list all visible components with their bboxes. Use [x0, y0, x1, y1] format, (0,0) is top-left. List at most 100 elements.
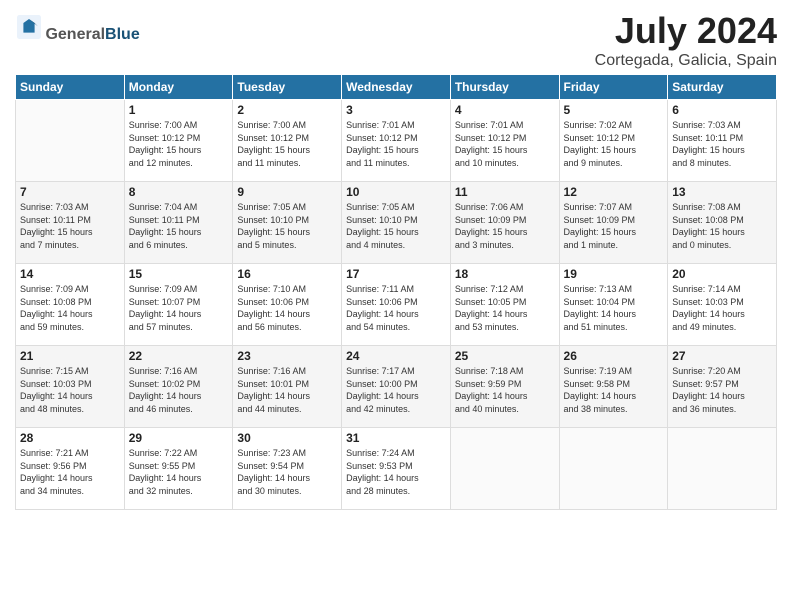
day-number: 8 [129, 185, 229, 199]
calendar-cell: 12 Sunrise: 7:07 AM Sunset: 10:09 PM Dayl… [559, 182, 668, 264]
calendar-cell: 14 Sunrise: 7:09 AM Sunset: 10:08 PM Dayl… [16, 264, 125, 346]
day-number: 21 [20, 349, 120, 363]
day-info: Sunrise: 7:08 AM Sunset: 10:08 PM Daylig… [672, 201, 772, 251]
day-number: 27 [672, 349, 772, 363]
calendar-cell: 13 Sunrise: 7:08 AM Sunset: 10:08 PM Dayl… [668, 182, 777, 264]
day-number: 22 [129, 349, 229, 363]
header-row: Sunday Monday Tuesday Wednesday Thursday… [16, 75, 777, 100]
day-number: 1 [129, 103, 229, 117]
calendar-week-5: 28 Sunrise: 7:21 AM Sunset: 9:56 PM Dayli… [16, 428, 777, 510]
day-info: Sunrise: 7:03 AM Sunset: 10:11 PM Daylig… [672, 119, 772, 169]
calendar-cell [668, 428, 777, 510]
calendar-cell: 25 Sunrise: 7:18 AM Sunset: 9:59 PM Dayli… [450, 346, 559, 428]
day-info: Sunrise: 7:06 AM Sunset: 10:09 PM Daylig… [455, 201, 555, 251]
calendar-cell: 23 Sunrise: 7:16 AM Sunset: 10:01 PM Dayl… [233, 346, 342, 428]
calendar-cell: 15 Sunrise: 7:09 AM Sunset: 10:07 PM Dayl… [124, 264, 233, 346]
day-number: 30 [237, 431, 337, 445]
day-info: Sunrise: 7:10 AM Sunset: 10:06 PM Daylig… [237, 283, 337, 333]
title-block: July 2024 Cortegada, Galicia, Spain [595, 10, 777, 70]
col-friday: Friday [559, 75, 668, 100]
calendar-cell: 29 Sunrise: 7:22 AM Sunset: 9:55 PM Dayli… [124, 428, 233, 510]
calendar-cell: 24Sunrise: 7:17 AM Sunset: 10:00 PM Dayl… [342, 346, 451, 428]
day-info: Sunrise: 7:09 AM Sunset: 10:08 PM Daylig… [20, 283, 120, 333]
day-info: Sunrise: 7:23 AM Sunset: 9:54 PM Dayligh… [237, 447, 337, 497]
day-info: Sunrise: 7:24 AM Sunset: 9:53 PM Dayligh… [346, 447, 446, 497]
day-number: 19 [564, 267, 664, 281]
day-number: 6 [672, 103, 772, 117]
day-info: Sunrise: 7:04 AM Sunset: 10:11 PM Daylig… [129, 201, 229, 251]
col-monday: Monday [124, 75, 233, 100]
calendar-week-1: 1 Sunrise: 7:00 AM Sunset: 10:12 PM Dayli… [16, 100, 777, 182]
calendar-cell [559, 428, 668, 510]
day-number: 9 [237, 185, 337, 199]
day-number: 18 [455, 267, 555, 281]
calendar-table: Sunday Monday Tuesday Wednesday Thursday… [15, 74, 777, 510]
location: Cortegada, Galicia, Spain [595, 52, 777, 70]
day-info: Sunrise: 7:16 AM Sunset: 10:02 PM Daylig… [129, 365, 229, 415]
day-info: Sunrise: 7:14 AM Sunset: 10:03 PM Daylig… [672, 283, 772, 333]
col-thursday: Thursday [450, 75, 559, 100]
day-info: Sunrise: 7:13 AM Sunset: 10:04 PM Daylig… [564, 283, 664, 333]
calendar-cell: 2Sunrise: 7:00 AM Sunset: 10:12 PM Dayli… [233, 100, 342, 182]
logo-general: General [45, 26, 105, 43]
day-info: Sunrise: 7:11 AM Sunset: 10:06 PM Daylig… [346, 283, 446, 333]
day-info: Sunrise: 7:05 AM Sunset: 10:10 PM Daylig… [346, 201, 446, 251]
day-number: 7 [20, 185, 120, 199]
calendar-cell: 8 Sunrise: 7:04 AM Sunset: 10:11 PM Dayli… [124, 182, 233, 264]
calendar-cell [450, 428, 559, 510]
day-info: Sunrise: 7:20 AM Sunset: 9:57 PM Dayligh… [672, 365, 772, 415]
day-number: 16 [237, 267, 337, 281]
calendar-cell: 30 Sunrise: 7:23 AM Sunset: 9:54 PM Dayli… [233, 428, 342, 510]
day-number: 17 [346, 267, 446, 281]
calendar-cell: 11Sunrise: 7:06 AM Sunset: 10:09 PM Dayl… [450, 182, 559, 264]
month-year: July 2024 [595, 10, 777, 52]
calendar-cell: 28 Sunrise: 7:21 AM Sunset: 9:56 PM Dayli… [16, 428, 125, 510]
calendar-cell: 22 Sunrise: 7:16 AM Sunset: 10:02 PM Dayl… [124, 346, 233, 428]
day-info: Sunrise: 7:19 AM Sunset: 9:58 PM Dayligh… [564, 365, 664, 415]
day-number: 15 [129, 267, 229, 281]
day-info: Sunrise: 7:09 AM Sunset: 10:07 PM Daylig… [129, 283, 229, 333]
logo-blue: Blue [105, 26, 140, 43]
calendar-cell: 4 Sunrise: 7:01 AM Sunset: 10:12 PM Dayli… [450, 100, 559, 182]
calendar-cell: 7 Sunrise: 7:03 AM Sunset: 10:11 PM Dayli… [16, 182, 125, 264]
day-info: Sunrise: 7:16 AM Sunset: 10:01 PM Daylig… [237, 365, 337, 415]
calendar-week-4: 21 Sunrise: 7:15 AM Sunset: 10:03 PM Dayl… [16, 346, 777, 428]
col-sunday: Sunday [16, 75, 125, 100]
day-number: 25 [455, 349, 555, 363]
day-info: Sunrise: 7:18 AM Sunset: 9:59 PM Dayligh… [455, 365, 555, 415]
calendar-cell: 6 Sunrise: 7:03 AM Sunset: 10:11 PM Dayli… [668, 100, 777, 182]
day-number: 13 [672, 185, 772, 199]
day-info: Sunrise: 7:01 AM Sunset: 10:12 PM Daylig… [455, 119, 555, 169]
calendar-cell: 21 Sunrise: 7:15 AM Sunset: 10:03 PM Dayl… [16, 346, 125, 428]
calendar-week-3: 14 Sunrise: 7:09 AM Sunset: 10:08 PM Dayl… [16, 264, 777, 346]
day-info: Sunrise: 7:12 AM Sunset: 10:05 PM Daylig… [455, 283, 555, 333]
calendar-cell: 31 Sunrise: 7:24 AM Sunset: 9:53 PM Dayli… [342, 428, 451, 510]
calendar-cell: 17 Sunrise: 7:11 AM Sunset: 10:06 PM Dayl… [342, 264, 451, 346]
day-number: 4 [455, 103, 555, 117]
day-number: 20 [672, 267, 772, 281]
day-info: Sunrise: 7:01 AM Sunset: 10:12 PM Daylig… [346, 119, 446, 169]
day-info: Sunrise: 7:17 AM Sunset: 10:00 PM Daylig… [346, 365, 446, 415]
day-info: Sunrise: 7:21 AM Sunset: 9:56 PM Dayligh… [20, 447, 120, 497]
col-tuesday: Tuesday [233, 75, 342, 100]
calendar-cell: 27 Sunrise: 7:20 AM Sunset: 9:57 PM Dayli… [668, 346, 777, 428]
day-info: Sunrise: 7:15 AM Sunset: 10:03 PM Daylig… [20, 365, 120, 415]
day-number: 14 [20, 267, 120, 281]
day-info: Sunrise: 7:03 AM Sunset: 10:11 PM Daylig… [20, 201, 120, 251]
day-number: 28 [20, 431, 120, 445]
day-info: Sunrise: 7:00 AM Sunset: 10:12 PM Daylig… [237, 119, 337, 169]
calendar-cell: 19 Sunrise: 7:13 AM Sunset: 10:04 PM Dayl… [559, 264, 668, 346]
day-number: 29 [129, 431, 229, 445]
col-saturday: Saturday [668, 75, 777, 100]
day-number: 23 [237, 349, 337, 363]
main-container: GeneralBlue July 2024 Cortegada, Galicia… [0, 0, 792, 520]
calendar-cell: 10Sunrise: 7:05 AM Sunset: 10:10 PM Dayl… [342, 182, 451, 264]
day-number: 3 [346, 103, 446, 117]
day-info: Sunrise: 7:22 AM Sunset: 9:55 PM Dayligh… [129, 447, 229, 497]
day-info: Sunrise: 7:00 AM Sunset: 10:12 PM Daylig… [129, 119, 229, 169]
day-number: 31 [346, 431, 446, 445]
calendar-cell: 18 Sunrise: 7:12 AM Sunset: 10:05 PM Dayl… [450, 264, 559, 346]
day-number: 12 [564, 185, 664, 199]
col-wednesday: Wednesday [342, 75, 451, 100]
day-info: Sunrise: 7:07 AM Sunset: 10:09 PM Daylig… [564, 201, 664, 251]
